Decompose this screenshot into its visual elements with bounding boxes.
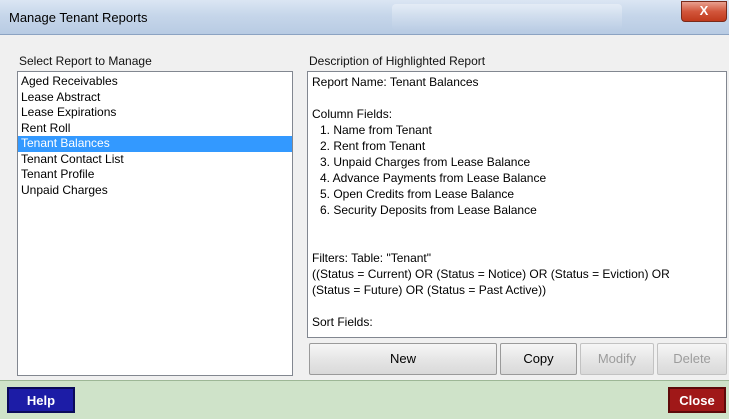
window-title: Manage Tenant Reports — [9, 10, 148, 25]
close-button[interactable]: Close — [668, 387, 726, 413]
select-report-label: Select Report to Manage — [19, 54, 152, 68]
column-field: 1. Name from Tenant — [320, 123, 432, 137]
list-item[interactable]: Aged Receivables — [18, 74, 292, 90]
copy-button[interactable]: Copy — [500, 343, 577, 375]
sort-fields-label: Sort Fields: — [312, 315, 373, 329]
report-list[interactable]: Aged Receivables Lease Abstract Lease Ex… — [17, 71, 293, 376]
report-description-panel: Report Name: Tenant Balances Column Fiel… — [307, 71, 727, 338]
list-item[interactable]: Tenant Contact List — [18, 152, 292, 168]
column-field: 5. Open Credits from Lease Balance — [320, 187, 515, 201]
report-name-text: Report Name: Tenant Balances — [312, 75, 479, 89]
list-item[interactable]: Lease Expirations — [18, 105, 292, 121]
column-field: 2. Rent from Tenant — [320, 139, 426, 153]
list-item-selected[interactable]: Tenant Balances — [18, 136, 292, 152]
column-field: 3. Unpaid Charges from Lease Balance — [320, 155, 531, 169]
modify-button[interactable]: Modify — [580, 343, 654, 375]
window-close-button[interactable]: X — [681, 1, 727, 22]
list-item[interactable]: Rent Roll — [18, 121, 292, 137]
title-bar: Manage Tenant Reports X — [0, 0, 729, 35]
delete-button[interactable]: Delete — [657, 343, 727, 375]
footer-bar: Help Close — [0, 380, 729, 419]
filter-text-line: (Status = Future) OR (Status = Past Acti… — [312, 283, 547, 297]
help-button[interactable]: Help — [7, 387, 75, 413]
filters-label: Filters: Table: "Tenant" — [312, 251, 432, 265]
title-bar-reflection — [392, 4, 622, 30]
column-field: 6. Security Deposits from Lease Balance — [320, 203, 537, 217]
new-button[interactable]: New — [309, 343, 497, 375]
filter-text-line: ((Status = Current) OR (Status = Notice)… — [312, 267, 670, 281]
column-fields-label: Column Fields: — [312, 107, 393, 121]
list-item[interactable]: Lease Abstract — [18, 90, 292, 106]
description-label: Description of Highlighted Report — [309, 54, 486, 68]
list-item[interactable]: Unpaid Charges — [18, 183, 292, 199]
list-item[interactable]: Tenant Profile — [18, 167, 292, 183]
column-field: 4. Advance Payments from Lease Balance — [320, 171, 547, 185]
